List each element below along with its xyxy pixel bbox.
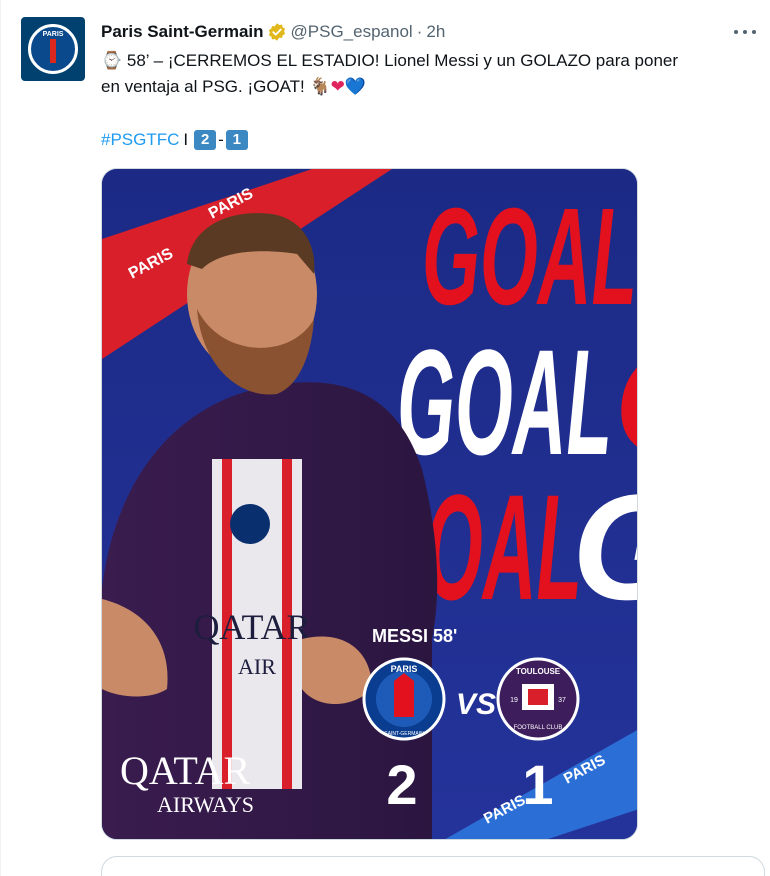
- goal-word-3-tail: G: [572, 463, 638, 631]
- handle[interactable]: @PSG_espanol: [291, 22, 413, 42]
- tweet-text: ⌚ 58’ – ¡CERREMOS EL ESTADIO! Lionel Mes…: [101, 48, 761, 100]
- verified-badge-icon[interactable]: [267, 22, 287, 42]
- tweet-text-line2-main: en ventaja al PSG. ¡GOAT! 🐐: [101, 77, 331, 96]
- shirt-sponsor-text-2: AIR: [238, 654, 276, 679]
- display-name[interactable]: Paris Saint-Germain: [101, 22, 264, 42]
- goal-graphic: PARIS PARIS PARIS PARIS GOAL GOAL G GOAL…: [102, 169, 638, 839]
- psg-badge-subtext: SAINT-GERMAIN: [384, 731, 424, 737]
- blue-heart-icon: 💙: [344, 77, 367, 96]
- tweet-text-line1: ⌚ 58’ – ¡CERREMOS EL ESTADIO! Lionel Mes…: [101, 51, 679, 70]
- away-score: 1: [522, 753, 553, 816]
- tweet-header: Paris Saint-Germain @PSG_espanol · 2h: [101, 20, 445, 44]
- avatar-crest-label: PARIS: [42, 31, 64, 38]
- tweet[interactable]: PARIS Paris Saint-Germain @PSG_espanol ·…: [0, 0, 770, 876]
- tfc-badge: TOULOUSE 19 37 FOOTBALL CLUB: [496, 657, 580, 741]
- goal-word-2: GOAL: [397, 318, 612, 486]
- sponsor-logo-line1: QATAR: [120, 748, 250, 793]
- tweet-text-line2: en ventaja al PSG. ¡GOAT! 🐐❤💙: [101, 74, 761, 100]
- goal-word-1: GOAL: [422, 180, 637, 334]
- goal-word-2-tail: G: [614, 318, 638, 486]
- red-heart-icon: ❤: [330, 77, 345, 96]
- tfc-badge-text: TOULOUSE: [516, 667, 561, 676]
- hashtag-link[interactable]: #PSGTFC: [101, 130, 179, 150]
- tweet-media-image[interactable]: PARIS PARIS PARIS PARIS GOAL GOAL G GOAL…: [101, 168, 638, 840]
- separator-dot: ·: [416, 22, 423, 41]
- more-options-icon[interactable]: [734, 22, 756, 42]
- quoted-tweet-card[interactable]: [101, 856, 765, 876]
- tfc-year-right: 37: [558, 697, 566, 704]
- sponsor-logo-line2: AIRWAYS: [157, 792, 254, 817]
- score-dash: -: [218, 130, 224, 149]
- psg-badge-text: PARIS: [391, 664, 418, 674]
- tfc-badge-subtext: FOOTBALL CLUB: [514, 725, 563, 731]
- scorer-label: MESSI 58': [372, 626, 457, 646]
- score-separator: I: [183, 130, 189, 149]
- timestamp[interactable]: 2h: [426, 22, 445, 42]
- tfc-year-left: 19: [510, 697, 518, 704]
- hashtag-line: #PSGTFC I 2 - 1: [101, 127, 250, 153]
- score-home-keycap: 2: [194, 130, 217, 150]
- psg-badge: PARIS SAINT-GERMAIN: [362, 657, 446, 741]
- score-away-keycap: 1: [225, 130, 248, 150]
- shirt-sponsor-text: QATAR: [193, 607, 310, 647]
- home-score: 2: [386, 753, 417, 816]
- vs-label: VS: [456, 688, 496, 721]
- avatar[interactable]: PARIS: [21, 17, 85, 81]
- psg-crest-icon: PARIS: [28, 24, 78, 74]
